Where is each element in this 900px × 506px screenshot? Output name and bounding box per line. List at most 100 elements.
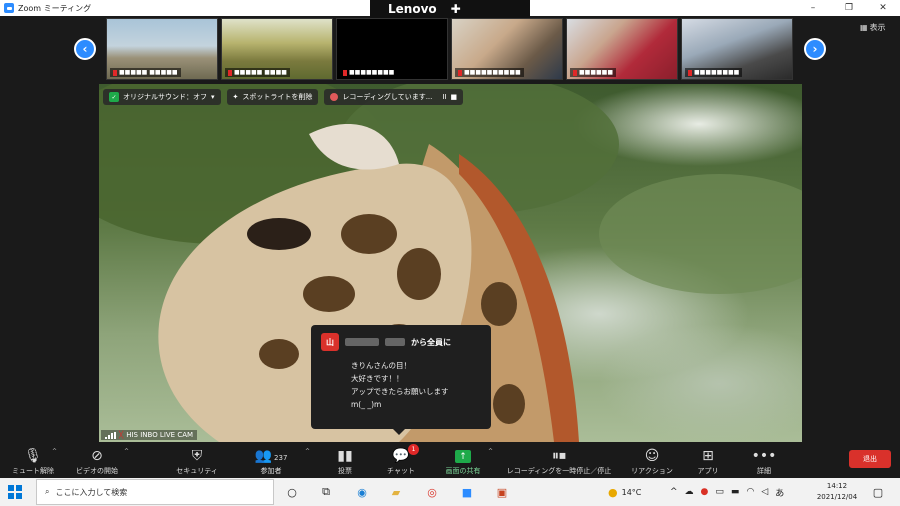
taskbar-clock[interactable]: 14:12 2021/12/04 xyxy=(812,481,862,503)
leave-meeting-button[interactable]: 退出 xyxy=(849,450,891,468)
participant-thumbnail[interactable]: ■■■■■■■■ xyxy=(336,18,448,80)
sender-name-redacted xyxy=(385,338,405,346)
recording-indicator: レコーディングしています... II ■ xyxy=(324,89,464,105)
chevron-down-icon: ▾ xyxy=(211,93,215,101)
participant-name: ■■■■■■ xyxy=(579,69,614,76)
recording-pause-label: レコーディングを一時停止／停止 xyxy=(506,467,612,475)
participant-thumbnail[interactable]: ■■■■■ ■■■■ xyxy=(221,18,333,80)
recording-pause-stop-button[interactable]: ⏸⏹ レコーディングを一時停止／停止 xyxy=(499,444,619,476)
lenovo-overlay: Lenovo ✚ xyxy=(370,0,530,18)
chat-notification-popup[interactable]: 山 から全員に きりんさんの目！ 大好きです！！ アップできたらお願いします m… xyxy=(311,325,491,435)
chat-message-line: きりんさんの目！ xyxy=(351,361,411,370)
share-options-chevron-icon[interactable]: ^ xyxy=(488,448,493,455)
next-page-button[interactable]: › xyxy=(804,38,826,60)
video-off-icon: ⊘ xyxy=(91,448,103,464)
view-label: 表示 xyxy=(869,23,886,32)
battery-icon[interactable]: ▬ xyxy=(731,487,740,497)
participant-name: ■■■■■■■■ xyxy=(349,69,395,76)
window-title: Zoom ミーティング xyxy=(18,3,92,13)
video-options-chevron-icon[interactable]: ^ xyxy=(124,448,129,455)
reactions-label: リアクション xyxy=(631,467,673,475)
remove-spotlight-button[interactable]: ✦ スポットライトを削除 xyxy=(226,89,319,105)
participant-thumbnail[interactable]: ■■■■■■■■ xyxy=(681,18,793,80)
participant-thumbnail[interactable]: ■■■■■■■■■■ xyxy=(451,18,563,80)
weather-temp: 14°C xyxy=(621,487,642,497)
shield-icon: ⛨ xyxy=(191,448,203,464)
notification-icon[interactable]: ▢ xyxy=(870,484,886,500)
bar-chart-icon: ▮▮ xyxy=(337,448,353,464)
stop-recording-icon[interactable]: ■ xyxy=(451,93,458,101)
participant-thumbnail[interactable]: ■■■■■■ xyxy=(566,18,678,80)
audio-options-chevron-icon[interactable]: ^ xyxy=(52,448,57,455)
tray-chevron-icon[interactable]: ^ xyxy=(670,487,678,497)
windows-taskbar: ⌕ ここに入力して検索 ○ ⧉ ◉ ▰ ◎ ■ ▣ ● 14°C ^ ☁ ● ▭… xyxy=(0,478,900,506)
security-button[interactable]: ⛨ セキュリティ xyxy=(162,444,232,476)
grid-icon: ▦ xyxy=(860,23,868,32)
view-button[interactable]: ▦ 表示 xyxy=(860,22,886,33)
recording-icon xyxy=(330,93,339,101)
chat-unread-badge: 1 xyxy=(408,444,419,455)
spotlight-label: スポットライトを削除 xyxy=(242,93,313,101)
polls-label: 投票 xyxy=(338,467,352,475)
volume-icon[interactable]: ◁ xyxy=(761,487,768,497)
shield-icon: ✓ xyxy=(109,92,119,102)
lenovo-label: Lenovo xyxy=(388,2,437,16)
sun-icon: ● xyxy=(608,485,618,499)
mic-muted-icon xyxy=(688,69,692,76)
network-icon[interactable]: ▭ xyxy=(715,487,724,497)
apps-label: アプリ xyxy=(697,467,719,475)
participant-name: ■■■■■■■■ xyxy=(694,69,740,76)
pause-stop-icon: ⏸⏹ xyxy=(552,448,566,464)
system-tray: ^ ☁ ● ▭ ▬ ◠ ◁ あ xyxy=(670,478,784,506)
meeting-toolbar: 🎙 ミュート解除 ^ ⊘ ビデオの開始 ^ ⛨ セキュリティ 👥 237 参加者 … xyxy=(0,442,900,478)
zoom-taskbar-icon[interactable]: ■ xyxy=(459,484,475,500)
unmute-label: ミュート解除 xyxy=(12,467,54,475)
participant-name: ■■■■■■■■■■ xyxy=(464,69,521,76)
task-view-icon[interactable]: ⧉ xyxy=(318,484,334,500)
participant-thumbnail[interactable]: ■■■■■ ■■■■■ xyxy=(106,18,218,80)
chat-bubble-icon: 💬 xyxy=(392,448,410,464)
participants-label: 参加者 xyxy=(260,467,282,475)
chrome-icon[interactable]: ◎ xyxy=(424,484,440,500)
sender-name-redacted xyxy=(345,338,379,346)
security-label: セキュリティ xyxy=(176,467,218,475)
powerpoint-icon[interactable]: ▣ xyxy=(494,484,510,500)
pause-recording-icon[interactable]: II xyxy=(442,93,446,101)
apps-icon: ⊞ xyxy=(702,448,714,464)
mic-muted-icon xyxy=(458,69,462,76)
chat-button[interactable]: 💬 1 チャット xyxy=(366,444,436,476)
clock-date: 2021/12/04 xyxy=(816,493,858,501)
mic-muted-icon xyxy=(573,69,577,76)
zoom-app-icon xyxy=(4,3,14,13)
ime-indicator[interactable]: あ xyxy=(775,486,784,499)
minimize-button[interactable]: – xyxy=(798,0,828,16)
chat-message-line: 大好きです！！ xyxy=(351,374,404,383)
mic-muted-icon: 🎙 xyxy=(24,448,42,464)
weather-widget[interactable]: ● 14°C xyxy=(608,478,641,506)
participants-icon: 👥 xyxy=(254,448,273,464)
original-sound-pill[interactable]: ✓ オリジナルサウンド：オフ ▾ xyxy=(103,89,221,105)
onedrive-icon[interactable]: ☁ xyxy=(685,487,694,497)
app-tray-icon[interactable]: ● xyxy=(701,487,709,497)
prev-page-button[interactable]: ‹ xyxy=(74,38,96,60)
start-video-button[interactable]: ⊘ ビデオの開始 xyxy=(62,444,132,476)
file-explorer-icon[interactable]: ▰ xyxy=(388,484,404,500)
wifi-icon[interactable]: ◠ xyxy=(746,487,754,497)
search-icon: ⌕ xyxy=(45,487,50,496)
mic-muted-icon xyxy=(343,69,347,76)
video-participant-label: ╳ HIS INBO LIVE CAM xyxy=(101,430,198,440)
participant-name: HIS INBO LIVE CAM xyxy=(126,431,194,439)
more-dots-icon: ••• xyxy=(751,448,777,464)
restore-button[interactable]: ❐ xyxy=(834,0,864,16)
windows-start-icon[interactable] xyxy=(8,485,22,499)
edge-browser-icon[interactable]: ◉ xyxy=(354,484,370,500)
mic-muted-icon xyxy=(228,69,232,76)
share-screen-label: 画面の共有 xyxy=(445,467,481,475)
participants-button[interactable]: 👥 237 参加者 xyxy=(236,444,306,476)
unmute-button[interactable]: 🎙 ミュート解除 xyxy=(0,444,68,476)
taskbar-search-input[interactable]: ⌕ ここに入力して検索 xyxy=(36,479,274,505)
close-button[interactable]: ✕ xyxy=(868,0,898,16)
cortana-icon[interactable]: ○ xyxy=(284,484,300,500)
meeting-info-bar: ✓ オリジナルサウンド：オフ ▾ ✦ スポットライトを削除 レコーディングしてい… xyxy=(99,88,464,106)
more-button[interactable]: ••• 詳細 xyxy=(729,444,799,476)
